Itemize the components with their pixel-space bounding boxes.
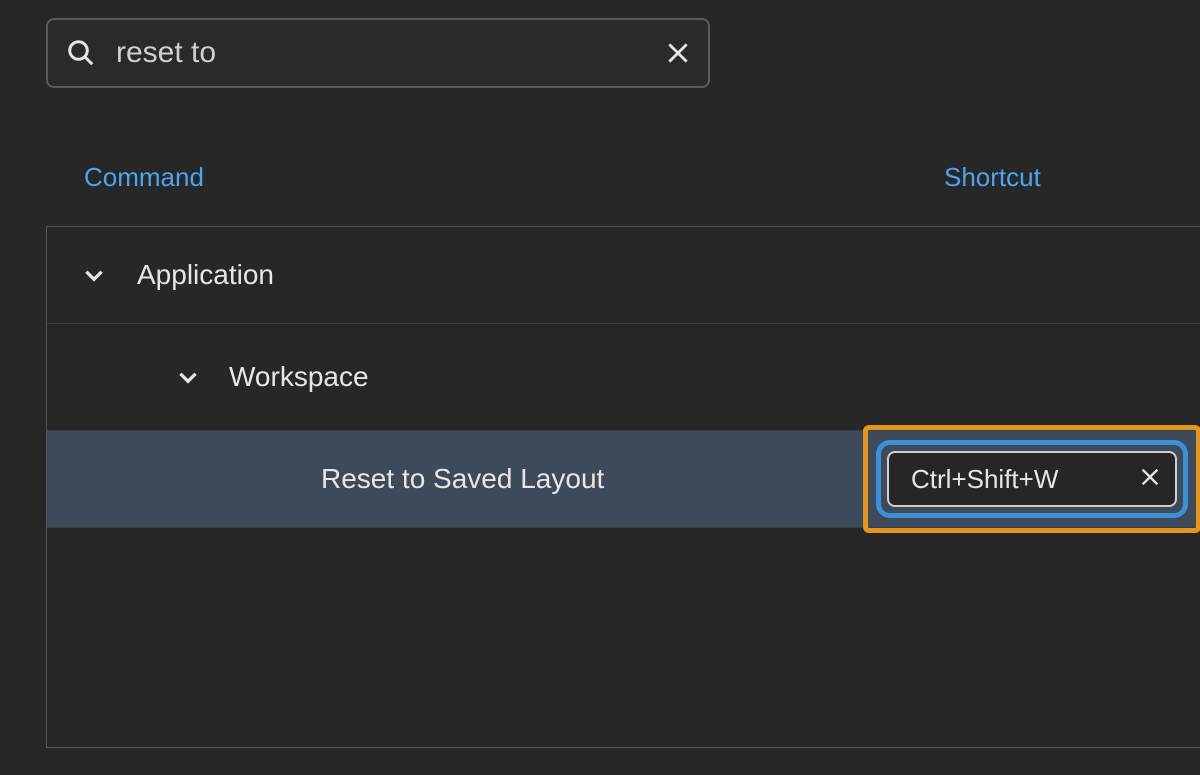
clear-shortcut-icon[interactable] [1139,463,1161,495]
column-header-command[interactable]: Command [84,162,204,193]
shortcut-focus-ring: Ctrl+Shift+W [876,440,1188,518]
search-icon [48,38,114,68]
shortcut-input[interactable]: Ctrl+Shift+W [887,451,1177,507]
column-header-shortcut[interactable]: Shortcut [944,162,1041,193]
shortcut-highlight: Ctrl+Shift+W [863,425,1200,533]
command-label-reset-to-saved-layout: Reset to Saved Layout [321,463,604,495]
tree-label-application: Application [137,259,274,291]
search-input[interactable] [114,35,648,71]
tree-label-workspace: Workspace [229,361,369,393]
tree-row-reset-to-saved-layout[interactable]: Reset to Saved Layout Ctrl+Shift+W [47,431,1200,528]
column-headers: Command Shortcut [46,162,1200,202]
clear-search-icon[interactable] [648,40,708,66]
shortcut-text: Ctrl+Shift+W [911,464,1139,495]
search-box[interactable] [46,18,710,88]
shortcuts-table: Application Workspace Reset to Saved Lay… [46,226,1200,748]
chevron-down-icon[interactable] [81,262,107,288]
tree-row-workspace[interactable]: Workspace [47,324,1200,431]
tree-row-application[interactable]: Application [47,227,1200,324]
chevron-down-icon[interactable] [175,364,201,390]
